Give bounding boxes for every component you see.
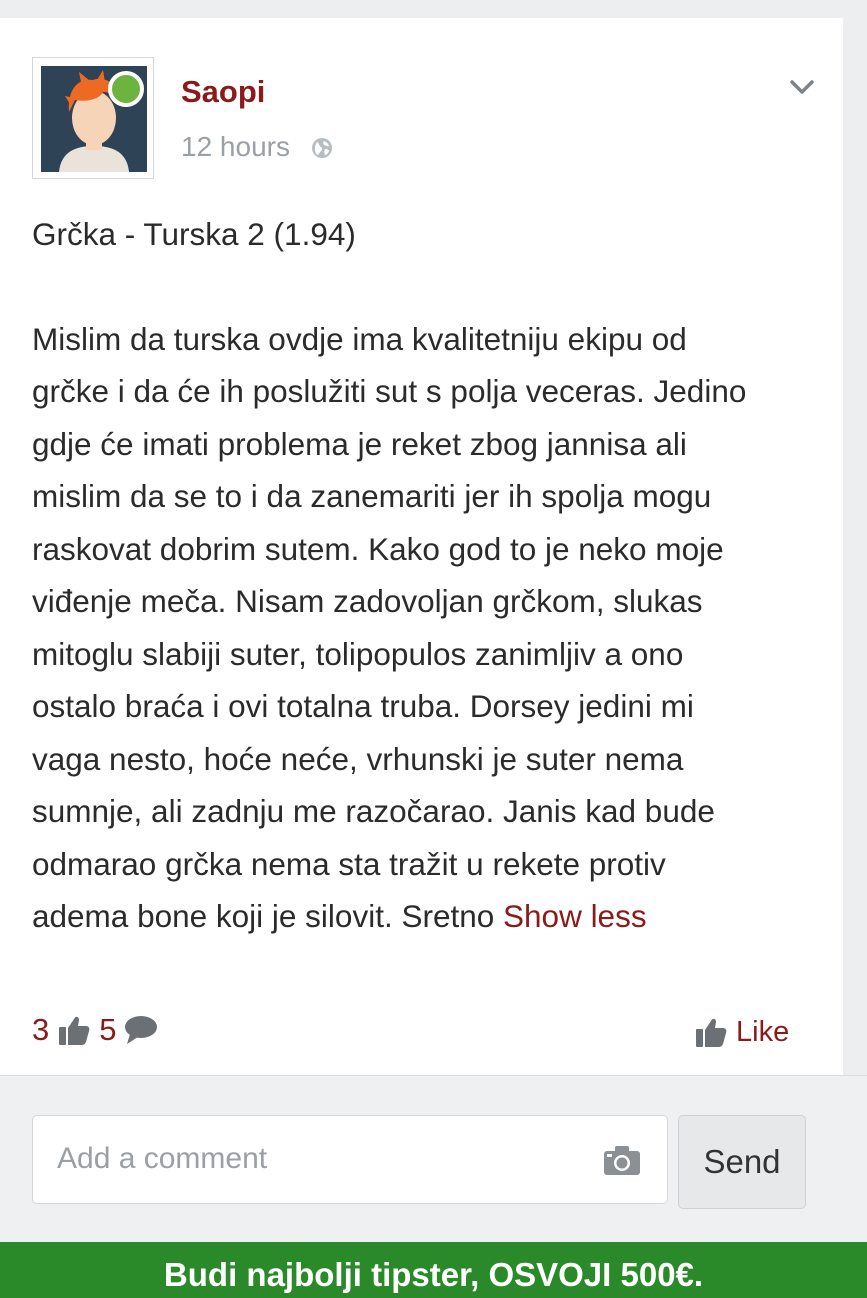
post-body-text: Mislim da turska ovdje ima kvalitetniju …	[32, 320, 747, 935]
send-button[interactable]: Send	[678, 1115, 806, 1209]
like-button-label: Like	[736, 1015, 790, 1048]
thumbs-up-icon	[59, 1016, 90, 1045]
chevron-down-icon[interactable]	[788, 76, 816, 98]
post-title: Grčka - Turska 2 (1.94)	[32, 216, 356, 252]
thumbs-up-icon	[696, 1018, 727, 1047]
show-less-link[interactable]: Show less	[503, 898, 647, 934]
comment-input[interactable]: Add a comment	[32, 1115, 668, 1204]
post-stats: 3 5	[32, 1008, 159, 1052]
comment-area: Add a comment Send	[0, 1075, 867, 1243]
comment-placeholder: Add a comment	[57, 1142, 268, 1175]
promo-banner[interactable]: Budi najbolji tipster, OSVOJI 500€.	[0, 1242, 867, 1298]
post-timestamp[interactable]: 12 hours	[181, 131, 290, 163]
like-button[interactable]: Like	[694, 1010, 789, 1054]
author-name[interactable]: Saopi	[181, 74, 265, 110]
post-content: Grčka - Turska 2 (1.94) Mislim da turska…	[32, 208, 822, 943]
post-text: Mislim da turska ovdje ima kvalitetniju …	[32, 313, 822, 943]
post-card: Saopi 12 hours Grčka - Turska 2 (1.94) M…	[0, 18, 843, 1075]
comments-count[interactable]: 5	[99, 1012, 116, 1048]
speech-bubble-icon	[124, 1016, 157, 1044]
globe-icon	[312, 138, 332, 158]
camera-icon[interactable]	[603, 1144, 641, 1176]
online-status-icon	[108, 71, 144, 107]
likes-count[interactable]: 3	[32, 1012, 49, 1048]
